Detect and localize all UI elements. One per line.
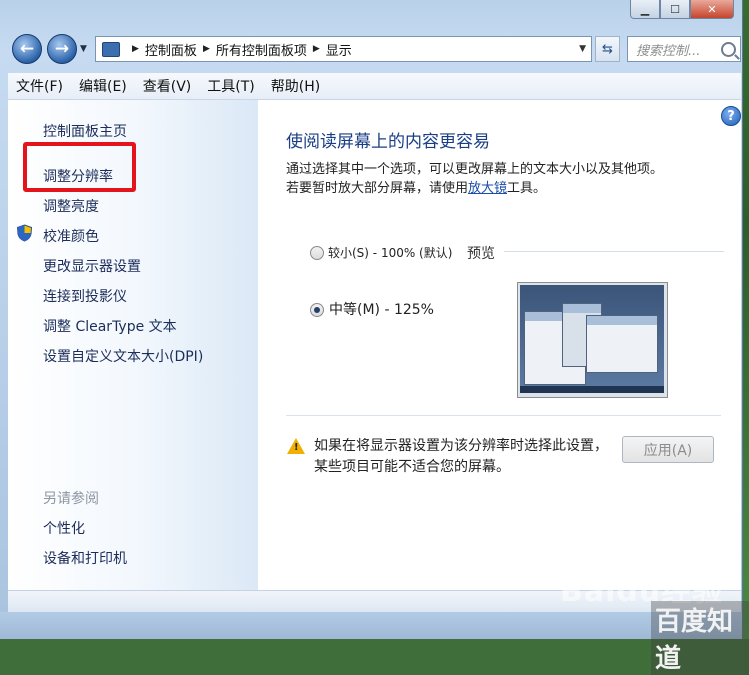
menu-bar: 文件(F) 编辑(E) 查看(V) 工具(T) 帮助(H) <box>8 73 741 100</box>
description-line-2-suffix: 工具。 <box>507 181 547 196</box>
menu-help[interactable]: 帮助(H) <box>263 76 328 96</box>
forward-arrow-icon: → <box>54 39 70 59</box>
forward-button[interactable]: → <box>47 34 77 64</box>
option-smaller-label[interactable]: 较小(S) - 100% (默认) <box>328 244 452 261</box>
apply-button[interactable]: 应用(A) <box>622 436 714 463</box>
search-placeholder: 搜索控制... <box>636 43 701 59</box>
description-line-2-prefix: 若要暂时放大部分屏幕，请使用 <box>286 181 469 196</box>
navigation-bar: ← → ▼ ▶ 控制面板 ▶ 所有控制面板项 ▶ 显示 ▼ ⇆ 搜索控制... <box>0 30 742 70</box>
sidebar: 控制面板主页 调整分辨率 调整亮度 校准颜色 更改显示器设置 连接到投影仪 调整… <box>8 100 258 590</box>
close-icon: ✕ <box>707 2 717 16</box>
search-icon[interactable] <box>721 41 736 57</box>
breadcrumb-all-items[interactable]: 所有控制面板项 <box>216 40 307 59</box>
minimize-button[interactable]: ▁ <box>630 0 660 19</box>
menu-view[interactable]: 查看(V) <box>135 76 200 96</box>
breadcrumb-control-panel[interactable]: 控制面板 <box>145 40 197 59</box>
recent-pages-dropdown[interactable]: ▼ <box>80 44 87 54</box>
warning-exclamation: ! <box>294 442 299 453</box>
minimize-icon: ▁ <box>640 2 650 16</box>
maximize-icon: ☐ <box>670 2 680 16</box>
shield-icon <box>16 224 33 242</box>
search-input[interactable]: 搜索控制... <box>627 36 741 62</box>
option-medium-label[interactable]: 中等(M) - 125% <box>329 299 434 319</box>
preview-label: 预览 <box>467 246 495 262</box>
control-panel-window: ▁ ☐ ✕ ← → ▼ ▶ 控制面板 ▶ 所有控制面板项 ▶ 显示 ▼ ⇆ 搜索… <box>0 0 743 639</box>
address-bar[interactable]: ▶ 控制面板 ▶ 所有控制面板项 ▶ 显示 ▼ <box>95 36 592 62</box>
window-bottom-frame <box>0 612 742 639</box>
caption-buttons: ▁ ☐ ✕ <box>630 0 734 20</box>
chevron-right-icon[interactable]: ▶ <box>203 44 210 54</box>
chevron-down-icon[interactable]: ▼ <box>579 44 586 54</box>
sidebar-link-calibrate-color[interactable]: 校准颜色 <box>43 226 99 246</box>
content-area: 控制面板主页 调整分辨率 调整亮度 校准颜色 更改显示器设置 连接到投影仪 调整… <box>8 100 741 590</box>
preview-image <box>517 282 668 398</box>
control-panel-icon <box>102 41 120 57</box>
menu-edit[interactable]: 编辑(E) <box>71 76 135 96</box>
preview-divider <box>504 251 724 252</box>
maximize-button[interactable]: ☐ <box>660 0 690 19</box>
back-button[interactable]: ← <box>12 34 42 64</box>
menu-file[interactable]: 文件(F) <box>8 76 71 96</box>
back-arrow-icon: ← <box>19 39 35 59</box>
chevron-right-icon[interactable]: ▶ <box>313 44 320 54</box>
magnifier-link[interactable]: 放大镜 <box>468 181 507 196</box>
baidu-zhidao-watermark: 百度知道 <box>651 601 749 675</box>
warning-text: 如果在将显示器设置为该分辨率时选择此设置，某些项目可能不适合您的屏幕。 <box>314 438 608 475</box>
refresh-button[interactable]: ⇆ <box>595 36 620 62</box>
sidebar-link-personalization[interactable]: 个性化 <box>43 518 85 538</box>
sidebar-link-brightness[interactable]: 调整亮度 <box>43 196 99 216</box>
help-icon[interactable]: ? <box>721 106 741 126</box>
close-button[interactable]: ✕ <box>690 0 734 19</box>
menu-tools[interactable]: 工具(T) <box>199 76 262 96</box>
section-divider <box>286 415 721 416</box>
sidebar-link-devices-printers[interactable]: 设备和打印机 <box>43 548 127 568</box>
preview-window-front <box>586 315 658 373</box>
sidebar-link-cleartype[interactable]: 调整 ClearType 文本 <box>43 316 177 336</box>
preview-taskbar <box>520 386 664 393</box>
page-description: 通过选择其中一个选项，可以更改屏幕上的文本大小以及其他项。 若要暂时放大部分屏幕… <box>286 160 726 198</box>
page-title: 使阅读屏幕上的内容更容易 <box>286 132 490 152</box>
sidebar-link-custom-dpi[interactable]: 设置自定义文本大小(DPI) <box>43 346 203 366</box>
sidebar-link-resolution[interactable]: 调整分辨率 <box>43 166 113 186</box>
option-smaller-radio[interactable] <box>310 246 324 260</box>
see-also-heading: 另请参阅 <box>43 491 99 507</box>
refresh-icon: ⇆ <box>602 41 613 57</box>
description-line-1: 通过选择其中一个选项，可以更改屏幕上的文本大小以及其他项。 <box>286 162 664 177</box>
chevron-right-icon[interactable]: ▶ <box>132 44 139 54</box>
sidebar-link-projector[interactable]: 连接到投影仪 <box>43 286 127 306</box>
breadcrumb-display[interactable]: 显示 <box>326 40 352 59</box>
option-medium-radio[interactable] <box>310 303 324 317</box>
sidebar-link-home[interactable]: 控制面板主页 <box>43 121 127 141</box>
sidebar-link-display-settings[interactable]: 更改显示器设置 <box>43 256 141 276</box>
preview-desktop <box>520 285 664 393</box>
